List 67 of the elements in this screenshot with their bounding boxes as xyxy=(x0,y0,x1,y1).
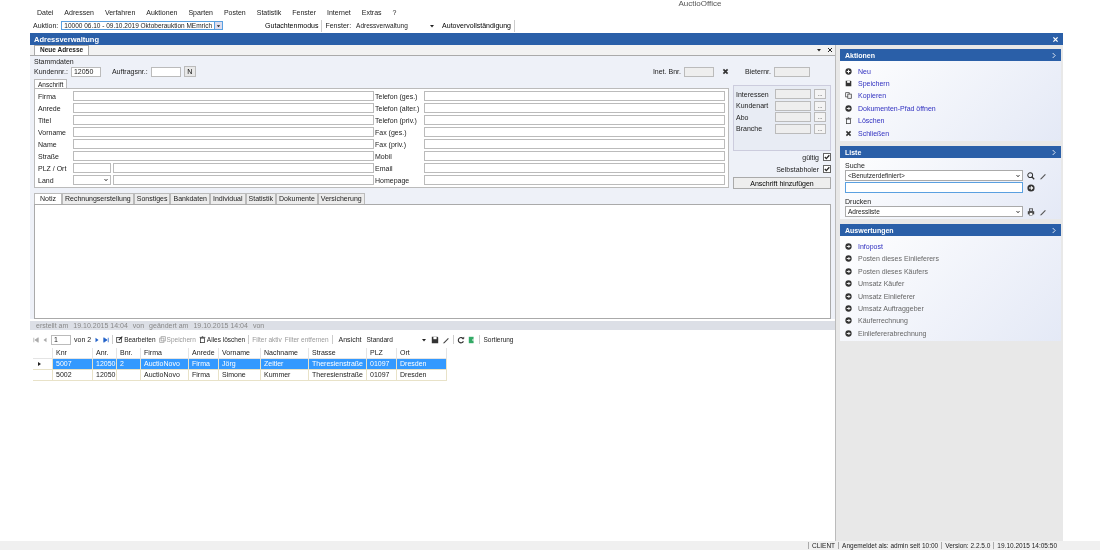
arrow-circle-icon xyxy=(845,292,852,300)
input-field xyxy=(775,89,811,99)
close-icon[interactable] xyxy=(827,47,833,53)
plus-circle-icon xyxy=(845,67,852,75)
trash-icon xyxy=(198,336,206,343)
window-title: AuctioOffice xyxy=(678,0,722,7)
printer-icon[interactable] xyxy=(1027,207,1035,216)
input-field xyxy=(775,123,811,134)
caret-icon[interactable] xyxy=(421,336,428,343)
input-field[interactable] xyxy=(424,151,725,161)
input-field[interactable] xyxy=(424,139,725,149)
dropdown-icon[interactable] xyxy=(816,47,822,53)
input-field[interactable] xyxy=(73,151,374,161)
input-field[interactable] xyxy=(73,127,374,137)
search-field[interactable] xyxy=(845,182,1023,194)
pencil-icon[interactable] xyxy=(442,335,451,344)
search-icon[interactable] xyxy=(1027,171,1035,180)
input-field[interactable] xyxy=(113,175,374,185)
copy-icon xyxy=(158,336,166,343)
input-field[interactable] xyxy=(73,139,374,149)
arrow-circle-icon xyxy=(845,243,852,251)
input-field xyxy=(775,112,811,122)
chevron-icon[interactable] xyxy=(1051,51,1056,59)
arrow-circle-icon xyxy=(845,280,852,288)
input-field[interactable] xyxy=(113,163,374,173)
input-field[interactable] xyxy=(73,103,374,113)
row-pointer-icon xyxy=(36,361,42,367)
input-field[interactable] xyxy=(73,91,374,101)
input-field[interactable] xyxy=(150,66,181,77)
pencil-icon[interactable] xyxy=(1039,171,1047,180)
checkbox[interactable] xyxy=(823,153,831,161)
checkbox[interactable] xyxy=(823,165,831,173)
chevron-icon[interactable] xyxy=(1051,148,1056,156)
arrow-circle-icon xyxy=(845,267,852,275)
arrow-circle-icon xyxy=(845,255,852,263)
input-field[interactable] xyxy=(424,91,725,101)
input-field[interactable] xyxy=(424,127,725,137)
edit-icon xyxy=(116,336,124,343)
input-field[interactable] xyxy=(424,163,725,173)
input-field[interactable] xyxy=(73,115,374,125)
close-icon xyxy=(845,129,852,137)
first-page-icon[interactable] xyxy=(33,336,39,343)
arrow-circle-icon xyxy=(845,305,852,312)
input-field[interactable] xyxy=(424,175,725,185)
pencil-icon[interactable] xyxy=(1039,207,1047,216)
refresh-icon[interactable] xyxy=(457,335,466,344)
copy-icon xyxy=(845,92,852,100)
save-icon[interactable] xyxy=(431,335,440,344)
trash-icon xyxy=(845,117,852,125)
next-page-icon[interactable] xyxy=(94,336,101,343)
last-page-icon[interactable] xyxy=(103,336,110,343)
arrow-circle-icon xyxy=(845,317,852,325)
input-field[interactable] xyxy=(424,115,725,125)
previous-page-icon[interactable] xyxy=(42,336,48,343)
arrow-circle-icon[interactable] xyxy=(1027,183,1035,192)
caret-icon[interactable] xyxy=(216,22,222,29)
caret-icon[interactable] xyxy=(429,22,436,29)
input-field[interactable] xyxy=(424,103,725,113)
chevron-icon[interactable] xyxy=(1051,226,1056,234)
input-field[interactable] xyxy=(73,163,111,173)
clear-icon[interactable] xyxy=(721,68,729,75)
input-field xyxy=(775,100,811,111)
arrow-circle-icon xyxy=(845,329,852,337)
input-field xyxy=(683,66,714,77)
input-field xyxy=(774,66,810,77)
arrow-circle-icon xyxy=(845,104,852,112)
dropdown-field[interactable] xyxy=(73,175,111,185)
